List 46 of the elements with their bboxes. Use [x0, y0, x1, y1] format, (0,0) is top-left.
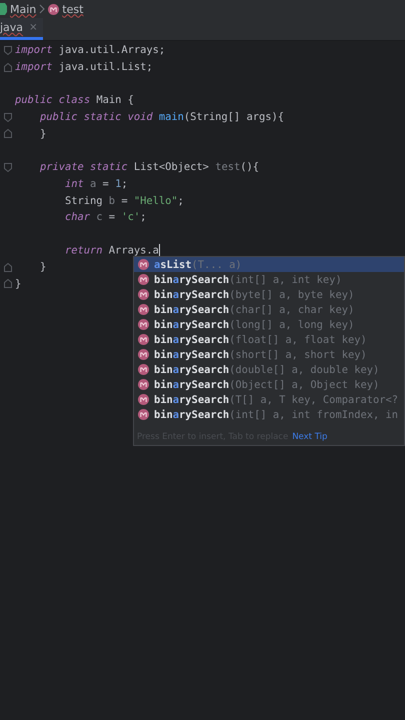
fold-marker-icon[interactable] — [4, 62, 12, 72]
code-line: import java.util.Arrays; — [15, 44, 166, 56]
completion-item[interactable]: binarySearch(float[] a, float key) — [134, 332, 404, 347]
chevron-icon — [39, 4, 46, 14]
method-icon — [138, 394, 149, 405]
completion-item[interactable]: binarySearch(T[] a, T key, Comparator<? — [134, 392, 404, 407]
completion-item[interactable]: binarySearch(long[] a, long key) — [134, 317, 404, 332]
fold-marker-icon[interactable] — [4, 162, 12, 172]
code-line: int a = 1; — [65, 178, 128, 190]
fold-marker-icon[interactable] — [4, 112, 12, 122]
method-icon — [138, 304, 149, 315]
fold-marker-icon[interactable] — [4, 279, 12, 288]
fold-marker-icon[interactable] — [4, 129, 12, 138]
method-icon — [138, 334, 149, 345]
completion-item[interactable]: binarySearch(int[] a, int key) — [134, 272, 404, 287]
code-line: public static void main(String[] args){ — [40, 111, 284, 124]
completion-item[interactable]: binarySearch(int[] a, int fromIndex, in — [134, 407, 404, 422]
code-line: } — [40, 128, 46, 140]
code-line: String b = "Hello"; — [65, 194, 184, 207]
class-icon — [0, 3, 7, 15]
code-line: char c = 'c'; — [65, 211, 146, 224]
completion-item[interactable]: binarySearch(Object[] a, Object key) — [134, 377, 404, 392]
method-icon — [138, 259, 149, 270]
code-line: public class Main { — [15, 94, 134, 106]
file-tab[interactable]: java × — [0, 18, 44, 40]
method-icon — [138, 289, 149, 300]
method-icon — [138, 379, 149, 390]
fold-marker-icon[interactable] — [4, 262, 12, 272]
code-line: import java.util.List; — [15, 61, 153, 74]
completion-item[interactable]: binarySearch(short[] a, short key) — [134, 347, 404, 362]
completion-item[interactable]: binarySearch(byte[] a, byte key) — [134, 287, 404, 302]
code-line: } — [40, 261, 46, 274]
completion-item[interactable]: binarySearch(char[] a, char key) — [134, 302, 404, 317]
completion-item[interactable]: binarySearch(double[] a, double key) — [134, 362, 404, 377]
method-icon — [138, 349, 149, 360]
code-line: private static List<Object> test(){ — [40, 161, 259, 174]
method-icon — [138, 364, 149, 375]
completion-item[interactable]: asList(T... a) — [134, 257, 404, 272]
fold-marker-icon[interactable] — [4, 46, 12, 55]
breadcrumb-item[interactable]: Main — [10, 2, 36, 16]
method-icon — [138, 409, 149, 420]
code-line: } — [15, 278, 22, 290]
breadcrumb-item[interactable]: test — [62, 2, 84, 16]
method-icon — [138, 274, 149, 285]
method-icon — [138, 319, 149, 330]
method-icon — [48, 4, 60, 14]
